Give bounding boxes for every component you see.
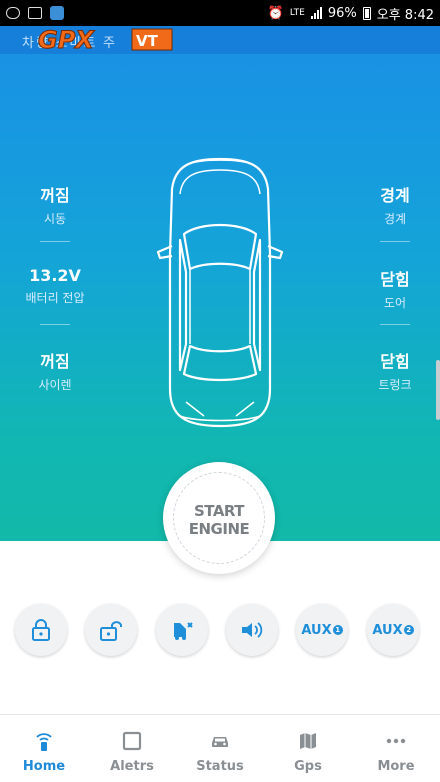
lock-button[interactable] [15,604,67,656]
tab-status[interactable]: Status [176,715,264,782]
map-icon [300,733,316,749]
stat-alarm-label: 경계 [383,212,407,226]
speaker-icon [242,622,263,638]
square-icon [122,731,142,751]
stat-siren: 꺼짐 사이렌 [0,348,110,393]
logo-badge: VT [136,32,159,50]
stat-door-label: 도어 [383,296,407,310]
start-engine-line2: ENGINE [188,520,250,538]
stat-siren-label: 사이렌 [38,378,72,392]
status-bar-notifications [6,6,64,20]
unlock-icon [100,621,122,641]
start-engine-line1: START [193,502,245,520]
location-app-icon [50,6,64,20]
status-bar-system: ⏰ LTE 96% 오후 8:42 [268,4,434,23]
stat-ignition: 꺼짐 시동 [0,182,110,227]
clock: 오후 8:42 [376,7,434,23]
battery-icon [362,6,371,20]
aux2-button[interactable]: AUX 2 [367,604,419,656]
divider [40,241,70,242]
dots-icon [386,738,406,744]
alarm-icon: ⏰ [267,5,284,21]
stat-alarm: 경계 경계 [340,182,440,227]
network-type: LTE [289,7,305,18]
remote-signal-icon [36,733,52,751]
divider [380,241,410,242]
aux2-label: AUX [372,622,403,638]
divider [380,324,410,325]
stat-trunk-value: 닫힘 [380,352,410,371]
gallery-icon [28,7,42,19]
tab-status-label: Status [196,759,244,774]
stat-ignition-label: 시동 [43,212,67,226]
stat-alarm-value: 경계 [380,186,410,205]
signal-icon [310,7,322,19]
aux1-label: AUX [301,622,332,638]
logo-text: GPX [38,26,95,52]
stat-battery-voltage: 13.2V 배터리 전압 [0,266,110,306]
tab-more-label: More [377,759,415,774]
remote-actions: AUX 1 AUX 2 [0,604,440,658]
tab-home[interactable]: Home [0,715,88,782]
tab-alerts-label: Aletrs [110,759,154,774]
car-icon [212,737,228,747]
aux1-button[interactable]: AUX 1 [296,604,348,656]
stat-battery-value: 13.2V [29,266,81,285]
trunk-icon [174,622,193,640]
car-top-view-icon [156,157,284,428]
stat-door-value: 닫힘 [380,270,410,289]
brand-bar: 차량 스마트 주 GPX VT [0,26,440,54]
tab-gps-label: Gps [294,759,322,774]
lock-icon [32,619,50,641]
tab-alerts[interactable]: Aletrs [88,715,176,782]
divider [40,324,70,325]
status-bar: ⏰ LTE 96% 오후 8:42 [0,0,440,26]
tab-gps[interactable]: Gps [264,715,352,782]
stat-siren-value: 꺼짐 [40,352,70,371]
bottom-tab-bar: Home Aletrs Status Gps More [0,714,440,782]
aux1-number: 1 [332,625,343,635]
battery-percent: 96% [327,5,357,21]
notification-icon [6,7,20,19]
gpx-logo: GPX VT [38,26,173,52]
stat-battery-label: 배터리 전압 [25,291,85,305]
tab-home-label: Home [22,759,66,774]
unlock-button[interactable] [85,604,137,656]
tab-more[interactable]: More [352,715,440,782]
stat-door: 닫힘 도어 [340,266,440,311]
aux1-label-group: AUX 1 [301,622,343,638]
trunk-button[interactable] [156,604,208,656]
aux2-label-group: AUX 2 [372,622,414,638]
scroll-indicator[interactable] [436,360,440,420]
aux2-number: 2 [403,625,414,635]
stat-trunk: 닫힘 트렁크 [340,348,440,393]
horn-button[interactable] [226,604,278,656]
stat-trunk-label: 트렁크 [378,378,412,392]
stat-ignition-value: 꺼짐 [40,186,70,205]
start-engine-button[interactable]: START ENGINE [163,462,275,574]
